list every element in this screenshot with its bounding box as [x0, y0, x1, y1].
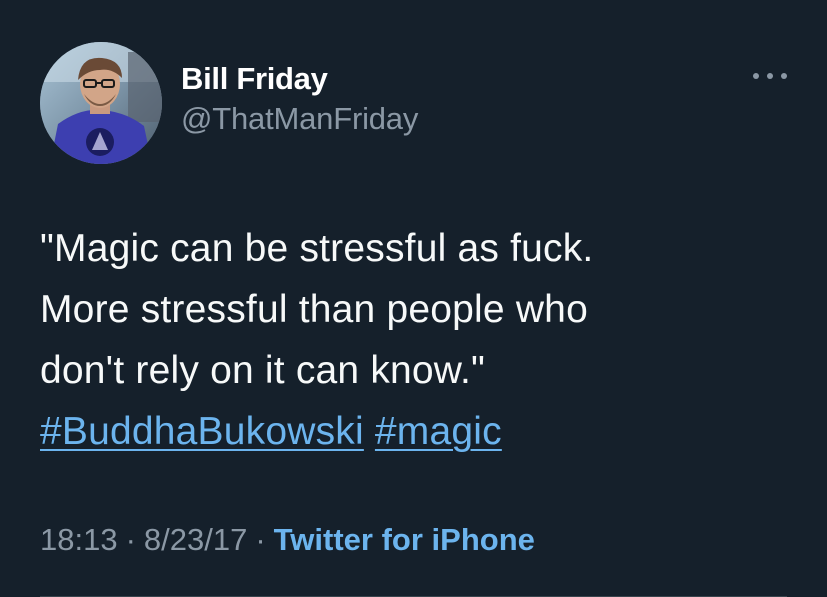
author-block[interactable]: Bill Friday @ThatManFriday — [181, 60, 418, 138]
tweet-text-line: don't rely on it can know." — [40, 349, 486, 392]
tweet-source-link[interactable]: Twitter for iPhone — [274, 522, 535, 557]
more-icon-dot — [767, 73, 773, 79]
more-icon-dot — [753, 73, 759, 79]
tweet-card: Bill Friday @ThatManFriday "Magic can be… — [0, 0, 827, 597]
author-handle[interactable]: @ThatManFriday — [181, 100, 418, 138]
tweet-time[interactable]: 18:13 — [40, 522, 118, 557]
more-icon-dot — [781, 73, 787, 79]
author-display-name[interactable]: Bill Friday — [181, 60, 418, 98]
meta-separator: · — [255, 522, 266, 557]
more-options-button[interactable] — [753, 66, 787, 86]
tweet-meta: 18:13 · 8/23/17 · Twitter for iPhone — [40, 520, 535, 560]
hashtag-link[interactable]: #BuddhaBukowski — [40, 410, 364, 453]
hashtag-link[interactable]: #magic — [375, 410, 502, 453]
tweet-text: "Magic can be stressful as fuck. More st… — [40, 218, 800, 462]
hashtag-line: #BuddhaBukowski #magic — [40, 401, 800, 462]
tweet-text-line: "Magic can be stressful as fuck. — [40, 227, 594, 270]
avatar[interactable] — [40, 42, 162, 164]
tweet-text-line: More stressful than people who — [40, 288, 588, 331]
avatar-image — [40, 42, 162, 164]
tweet-date[interactable]: 8/23/17 — [144, 522, 247, 557]
meta-separator: · — [125, 522, 136, 557]
